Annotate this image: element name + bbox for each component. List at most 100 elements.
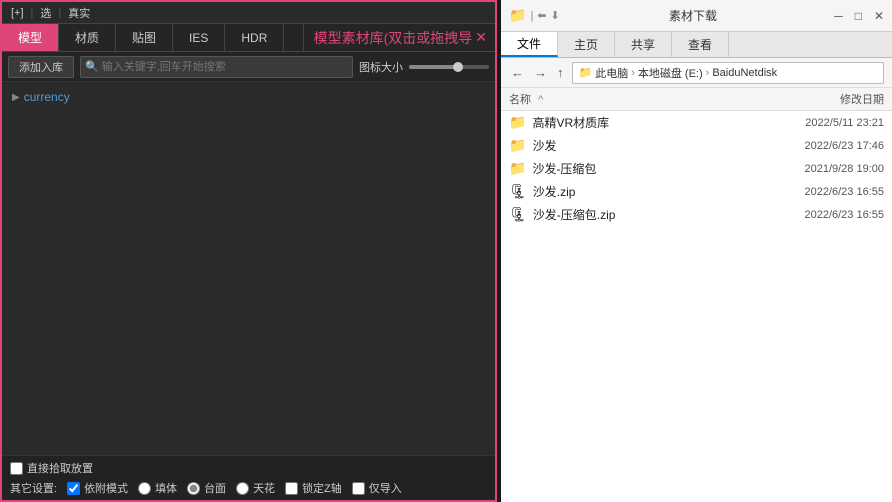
explorer-title: 素材下载 — [669, 7, 717, 24]
col-date-header: 修改日期 — [754, 91, 884, 107]
tab-library[interactable]: 模型素材库(双击或拖拽导 ✕ — [303, 24, 495, 51]
sep1: | — [31, 7, 34, 19]
file-name-0: 高精VR材质库 — [532, 114, 748, 131]
file-date-0: 2022/5/11 23:21 — [754, 117, 884, 129]
left-panel: [+] | 选 | 真实 模型 材质 贴图 IES HDR 模型素材库(双击或拖… — [0, 0, 497, 502]
other-options-label: 其它设置: — [10, 480, 57, 496]
file-item[interactable]: 🗜 沙发.zip 2022/6/23 16:55 — [501, 180, 892, 203]
path-sep1: › — [631, 67, 635, 79]
tree-item-currency[interactable]: ▶ currency — [8, 88, 489, 106]
ribbon-tab-view[interactable]: 查看 — [672, 32, 729, 57]
surface-radio[interactable] — [187, 482, 200, 495]
path-pc: 此电脑 — [595, 65, 628, 81]
ceiling-radio-group: 天花 — [236, 480, 275, 496]
maximize-icon[interactable]: □ — [855, 9, 862, 23]
path-sep2: › — [706, 67, 710, 79]
file-date-1: 2022/6/23 17:46 — [754, 140, 884, 152]
file-name-1: 沙发 — [532, 137, 748, 154]
lock-z-checkbox[interactable] — [285, 482, 298, 495]
import-only-label: 仅导入 — [369, 480, 402, 496]
tab-texture[interactable]: 贴图 — [116, 24, 173, 51]
file-date-2: 2021/9/28 19:00 — [754, 163, 884, 175]
add-to-library-button[interactable]: 添加入库 — [8, 56, 74, 78]
file-date-3: 2022/6/23 16:55 — [754, 186, 884, 198]
toolbar-icon-down: ⬇ — [551, 9, 560, 22]
fill-radio[interactable] — [138, 482, 151, 495]
plus-btn[interactable]: [+] — [8, 6, 27, 20]
up-button[interactable]: ↑ — [555, 63, 566, 82]
file-name-3: 沙发.zip — [533, 183, 748, 200]
file-item[interactable]: 📁 沙发-压缩包 2021/9/28 19:00 — [501, 157, 892, 180]
forward-button[interactable]: → — [532, 63, 549, 82]
sep2: | — [58, 7, 61, 19]
select-btn[interactable]: 选 — [37, 4, 54, 22]
bottom-options: 直接拾取放置 其它设置: 依附模式 填体 台面 天花 — [2, 455, 495, 500]
search-box: 🔍 — [80, 56, 353, 78]
search-input[interactable] — [102, 61, 348, 73]
minimize-icon[interactable]: ─ — [834, 9, 843, 23]
address-path[interactable]: 📁 此电脑 › 本地磁盘 (E:) › BaiduNetdisk — [572, 62, 885, 84]
explorer-header: 📁 | ⬅ ⬇ 素材下载 ─ □ ✕ — [501, 0, 892, 32]
import-only-group: 仅导入 — [352, 480, 402, 496]
col-name-header: 名称 ^ — [509, 91, 754, 107]
import-only-checkbox[interactable] — [352, 482, 365, 495]
ceiling-radio[interactable] — [236, 482, 249, 495]
fill-radio-group: 填体 — [138, 480, 177, 496]
slider-thumb — [453, 62, 463, 72]
toolbar-icon-undo: ⬅ — [537, 9, 546, 22]
ribbon-tab-share[interactable]: 共享 — [615, 32, 672, 57]
folder-icon-2: 📁 — [509, 160, 526, 177]
other-options-row: 其它设置: 依附模式 填体 台面 天花 — [10, 480, 487, 496]
close-icon[interactable]: ✕ — [475, 29, 487, 46]
file-list[interactable]: 📁 高精VR材质库 2022/5/11 23:21 📁 沙发 2022/6/23… — [501, 111, 892, 502]
path-disk: 本地磁盘 (E:) — [638, 65, 703, 81]
attach-mode-checkbox[interactable] — [67, 482, 80, 495]
right-panel: 📁 | ⬅ ⬇ 素材下载 ─ □ ✕ 文件 主页 共享 查看 ← → ↑ 📁 此… — [501, 0, 892, 502]
slider-fill — [409, 65, 459, 69]
ceiling-label: 天花 — [253, 480, 275, 496]
search-icon: 🔍 — [85, 60, 99, 73]
file-item[interactable]: 📁 高精VR材质库 2022/5/11 23:21 — [501, 111, 892, 134]
col-header: 名称 ^ 修改日期 — [501, 88, 892, 111]
content-area[interactable]: ▶ currency — [2, 82, 495, 455]
fill-label: 填体 — [155, 480, 177, 496]
file-name-4: 沙发-压缩包.zip — [533, 206, 748, 223]
real-btn[interactable]: 真实 — [65, 4, 93, 22]
path-folder: BaiduNetdisk — [712, 67, 777, 79]
lock-z-label: 锁定Z轴 — [302, 480, 342, 496]
tab-hdr[interactable]: HDR — [225, 24, 284, 51]
folder-icon-1: 📁 — [509, 137, 526, 154]
zip-icon-3: 🗜 — [509, 183, 527, 200]
toolbar: 添加入库 🔍 图标大小 — [2, 52, 495, 82]
attach-mode-group: 依附模式 — [67, 480, 128, 496]
file-date-4: 2022/6/23 16:55 — [754, 209, 884, 221]
toolbar-icon-back: | — [530, 10, 533, 22]
tab-material[interactable]: 材质 — [59, 24, 116, 51]
close-window-icon[interactable]: ✕ — [874, 9, 884, 23]
ribbon-tabs: 文件 主页 共享 查看 — [501, 32, 892, 58]
tabs-row: 模型 材质 贴图 IES HDR 模型素材库(双击或拖拽导 ✕ — [2, 24, 495, 52]
ribbon-tab-home[interactable]: 主页 — [558, 32, 615, 57]
surface-radio-group: 台面 — [187, 480, 226, 496]
direct-pickup-checkbox[interactable] — [10, 462, 23, 475]
tab-model[interactable]: 模型 — [2, 24, 59, 51]
zip-icon-4: 🗜 — [509, 206, 527, 223]
icon-size-label: 图标大小 — [359, 59, 403, 75]
folder-small-icon: 📁 — [579, 66, 593, 79]
tree-arrow-icon: ▶ — [12, 92, 20, 103]
attach-mode-label: 依附模式 — [84, 480, 128, 496]
file-item[interactable]: 📁 沙发 2022/6/23 17:46 — [501, 134, 892, 157]
address-bar: ← → ↑ 📁 此电脑 › 本地磁盘 (E:) › BaiduNetdisk — [501, 58, 892, 88]
tab-library-label: 模型素材库(双击或拖拽导 — [314, 28, 473, 48]
back-button[interactable]: ← — [509, 63, 526, 82]
folder-icon-0: 📁 — [509, 114, 526, 131]
file-item[interactable]: 🗜 沙发-压缩包.zip 2022/6/23 16:55 — [501, 203, 892, 226]
tree-item-label: currency — [24, 90, 70, 104]
top-bar: [+] | 选 | 真实 — [2, 2, 495, 24]
icon-size-slider[interactable] — [409, 65, 489, 69]
folder-icon: 📁 — [509, 7, 526, 24]
ribbon-tab-file[interactable]: 文件 — [501, 32, 558, 57]
tab-ies[interactable]: IES — [173, 24, 225, 51]
direct-pickup-row: 直接拾取放置 — [10, 460, 487, 476]
direct-pickup-label: 直接拾取放置 — [27, 460, 93, 476]
